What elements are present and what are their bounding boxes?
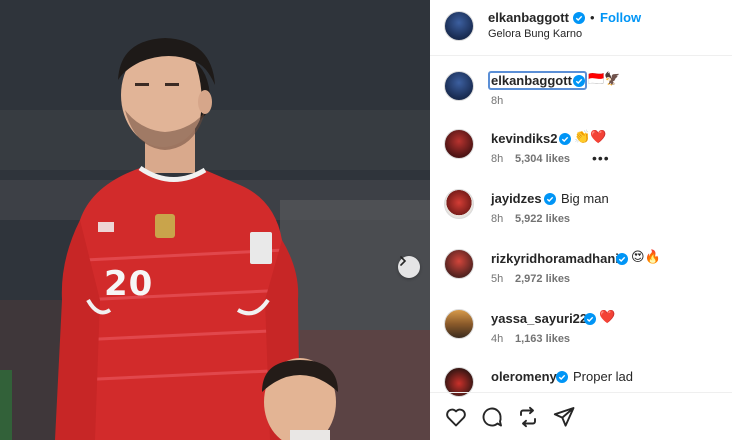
commenter-avatar[interactable] <box>444 129 474 159</box>
commenter-avatar[interactable] <box>444 249 474 279</box>
caption-time[interactable]: 8h <box>491 95 503 107</box>
comment-username[interactable]: kevindiks2 <box>491 131 558 146</box>
comment-time[interactable]: 8h <box>491 153 503 165</box>
caption-username[interactable]: elkanbaggott <box>491 73 572 88</box>
verified-badge-icon <box>584 313 596 325</box>
comment-emoji: 😍🔥 <box>631 249 661 264</box>
comment-time[interactable]: 8h <box>491 213 503 225</box>
chevron-right-icon <box>400 256 407 266</box>
comment-likes[interactable]: 1,163 likes <box>515 333 570 345</box>
repost-icon[interactable] <box>516 405 540 429</box>
comment-likes[interactable]: 2,972 likes <box>515 273 570 285</box>
verified-badge-icon <box>573 75 585 87</box>
author-avatar[interactable] <box>444 71 474 101</box>
more-options-icon[interactable]: ••• <box>592 150 610 166</box>
verified-badge-icon <box>573 12 585 24</box>
separator-dot: • <box>590 10 595 25</box>
post-media[interactable]: 20 <box>0 0 430 440</box>
next-media-button[interactable] <box>398 256 420 278</box>
heart-icon[interactable] <box>444 405 468 429</box>
verified-badge-icon <box>556 371 568 383</box>
verified-badge-icon <box>616 253 628 265</box>
comment-username[interactable]: rizkyridhoramadhani <box>491 251 619 266</box>
post-header: elkanbaggott • Follow Gelora Bung Karno <box>430 0 732 56</box>
comment-emoji: 👏❤️ <box>574 129 607 144</box>
comment-time[interactable]: 4h <box>491 333 503 345</box>
comment-username[interactable]: jayidzes <box>491 191 542 206</box>
comment-text: Proper lad <box>573 369 633 384</box>
commenter-avatar[interactable] <box>444 189 474 219</box>
verified-badge-icon <box>544 193 556 205</box>
comment-time[interactable]: 5h <box>491 273 503 285</box>
comment-username[interactable]: yassa_sayuri22 <box>491 311 587 326</box>
author-avatar[interactable] <box>444 11 474 41</box>
comment-likes[interactable]: 5,304 likes <box>515 153 570 165</box>
comment-emoji: ❤️ <box>599 309 616 324</box>
verified-badge-icon <box>559 133 571 145</box>
comment-text: Big man <box>561 191 609 206</box>
post-action-bar <box>430 392 732 440</box>
post-location[interactable]: Gelora Bung Karno <box>488 28 582 40</box>
speech-bubble-icon[interactable] <box>480 405 504 429</box>
comment-username[interactable]: oleromeny <box>491 369 557 384</box>
post-photo <box>0 0 430 440</box>
caption-emoji: 🇮🇩🦅 <box>588 71 621 86</box>
post-sidebar: elkanbaggott • Follow Gelora Bung Karno … <box>430 0 732 440</box>
commenter-avatar[interactable] <box>444 309 474 339</box>
paper-plane-icon[interactable] <box>552 405 576 429</box>
follow-button[interactable]: Follow <box>600 10 641 25</box>
jersey-number: 20 <box>104 264 154 304</box>
author-username[interactable]: elkanbaggott <box>488 10 569 25</box>
comment-likes[interactable]: 5,922 likes <box>515 213 570 225</box>
